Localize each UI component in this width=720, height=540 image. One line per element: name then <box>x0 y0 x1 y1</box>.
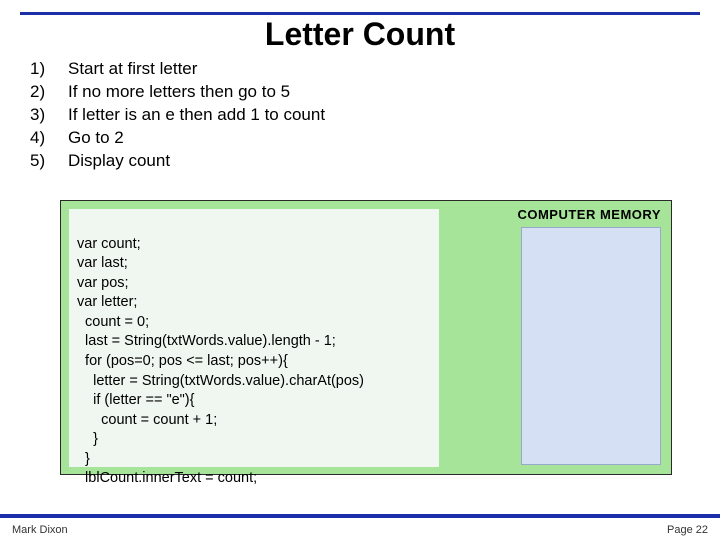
code-line: for (pos=0; pos <= last; pos++){ <box>77 353 288 369</box>
code-line: var last; <box>77 255 128 271</box>
step-number: 3) <box>30 104 68 127</box>
memory-box <box>521 227 661 465</box>
list-item: 5) Display count <box>30 150 325 173</box>
step-number: 1) <box>30 58 68 81</box>
list-item: 1) Start at first letter <box>30 58 325 81</box>
step-text: If letter is an e then add 1 to count <box>68 104 325 127</box>
code-line: var pos; <box>77 275 129 291</box>
code-line: } <box>77 431 98 447</box>
memory-label: COMPUTER MEMORY <box>517 207 661 222</box>
list-item: 3) If letter is an e then add 1 to count <box>30 104 325 127</box>
algorithm-steps: 1) Start at first letter 2) If no more l… <box>30 58 325 173</box>
code-line: count = 0; <box>77 314 149 330</box>
code-box: var count; var last; var pos; var letter… <box>69 209 439 467</box>
list-item: 2) If no more letters then go to 5 <box>30 81 325 104</box>
slide-title: Letter Count <box>0 16 720 53</box>
step-number: 5) <box>30 150 68 173</box>
footer-page: Page 22 <box>667 524 708 536</box>
code-line: letter = String(txtWords.value).charAt(p… <box>77 373 364 389</box>
bottom-rule <box>0 514 720 518</box>
footer-author: Mark Dixon <box>12 524 68 536</box>
code-line: lblCount.innerText = count; <box>77 470 257 486</box>
step-number: 2) <box>30 81 68 104</box>
code-line: var count; <box>77 236 141 252</box>
step-text: Start at first letter <box>68 58 197 81</box>
code-line: last = String(txtWords.value).length - 1… <box>77 333 336 349</box>
top-rule <box>20 12 700 15</box>
step-text: Display count <box>68 150 170 173</box>
code-line: count = count + 1; <box>77 412 217 428</box>
code-memory-panel: var count; var last; var pos; var letter… <box>60 200 672 475</box>
step-text: If no more letters then go to 5 <box>68 81 290 104</box>
code-line: } <box>77 451 90 467</box>
step-number: 4) <box>30 127 68 150</box>
code-line: if (letter == "e"){ <box>77 392 194 408</box>
code-line: var letter; <box>77 294 137 310</box>
list-item: 4) Go to 2 <box>30 127 325 150</box>
step-text: Go to 2 <box>68 127 124 150</box>
